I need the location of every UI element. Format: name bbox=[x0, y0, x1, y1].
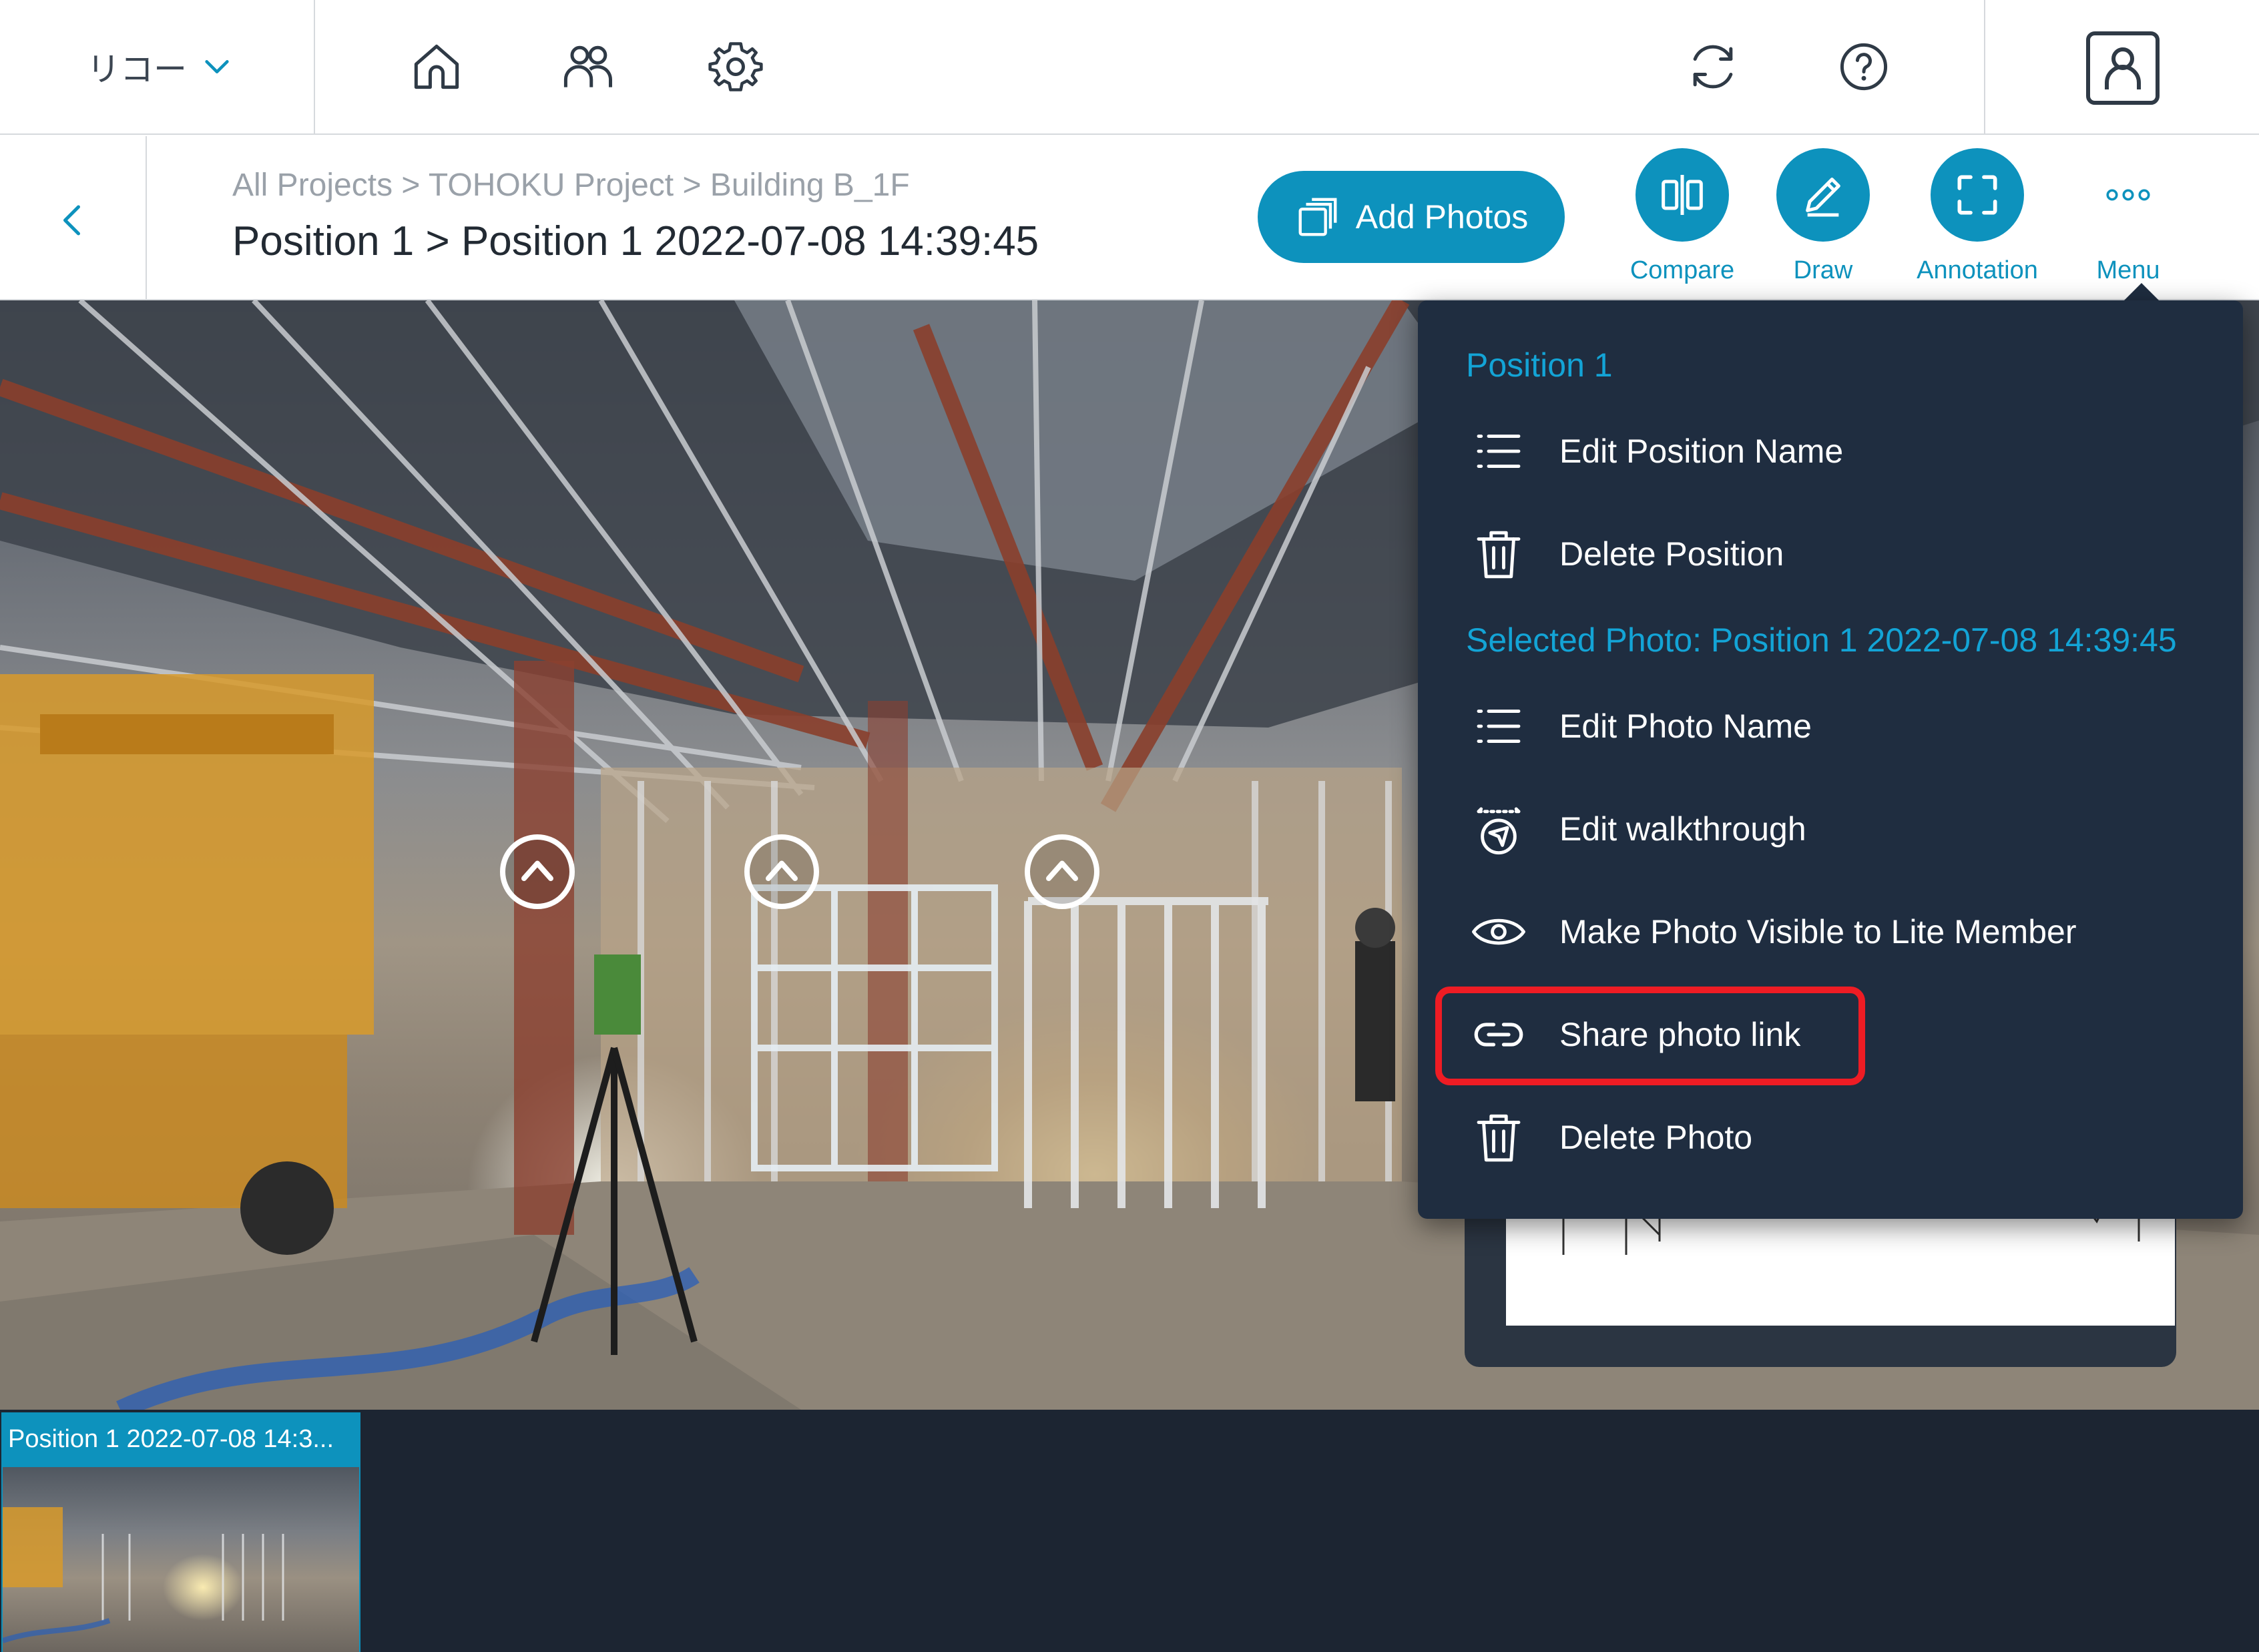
home-icon bbox=[414, 44, 459, 89]
gear-icon bbox=[708, 42, 763, 91]
navigation-hotspot[interactable] bbox=[744, 834, 819, 909]
divider bbox=[314, 0, 315, 135]
make-photo-visible-item[interactable]: Make Photo Visible to Lite Member bbox=[1469, 892, 2076, 972]
members-button[interactable] bbox=[554, 33, 621, 100]
organization-selector[interactable]: リコー bbox=[87, 40, 232, 93]
eye-icon bbox=[1472, 918, 1525, 945]
page-title: Position 1 > Position 1 2022-07-08 14:39… bbox=[232, 218, 1039, 264]
menu-button[interactable]: Menu bbox=[2055, 148, 2202, 288]
delete-photo-item[interactable]: Delete Photo bbox=[1469, 1097, 1752, 1177]
help-icon bbox=[1840, 43, 1888, 91]
annotation-circle bbox=[1931, 148, 2024, 242]
sync-button[interactable] bbox=[1680, 33, 1746, 100]
divider bbox=[146, 136, 147, 299]
trash-icon bbox=[1477, 1114, 1521, 1162]
add-photos-button[interactable]: Add Photos bbox=[1258, 171, 1565, 263]
profile-icon bbox=[2086, 31, 2160, 105]
chevron-up-icon bbox=[766, 860, 798, 881]
edit-walkthrough-item[interactable]: Edit walkthrough bbox=[1469, 789, 1806, 869]
annotation-label: Annotation bbox=[1917, 256, 2038, 284]
settings-button[interactable] bbox=[702, 33, 769, 100]
make-photo-visible-label: Make Photo Visible to Lite Member bbox=[1559, 913, 2077, 950]
edit-photo-name-label: Edit Photo Name bbox=[1559, 708, 1812, 745]
edit-photo-name-item[interactable]: Edit Photo Name bbox=[1469, 686, 1812, 766]
menu-label: Menu bbox=[2096, 256, 2160, 284]
home-button[interactable] bbox=[403, 33, 470, 100]
draw-circle bbox=[1776, 148, 1870, 242]
navigation-hotspot[interactable] bbox=[500, 834, 575, 909]
compare-circle bbox=[1636, 148, 1729, 242]
chevron-up-icon bbox=[1046, 860, 1078, 881]
thumbnail-image bbox=[1, 1467, 359, 1652]
organization-name: リコー bbox=[87, 51, 187, 88]
list-icon bbox=[1477, 710, 1521, 743]
thumbnail-label: Position 1 2022-07-08 14:3... bbox=[8, 1425, 334, 1453]
list-icon bbox=[1477, 435, 1521, 468]
trash-icon bbox=[1477, 531, 1521, 579]
compare-button[interactable]: Compare bbox=[1609, 148, 1756, 288]
walkthrough-compass-icon bbox=[1477, 807, 1521, 855]
navigation-hotspot[interactable] bbox=[1025, 834, 1099, 909]
photos-stack-icon bbox=[1298, 198, 1337, 236]
back-button[interactable] bbox=[47, 194, 100, 247]
draw-label: Draw bbox=[1793, 256, 1853, 284]
highlight-box bbox=[1435, 987, 1865, 1085]
users-icon bbox=[563, 45, 612, 87]
breadcrumb[interactable]: All Projects > TOHOKU Project > Building… bbox=[232, 167, 910, 204]
divider bbox=[1984, 0, 1985, 135]
add-photos-label: Add Photos bbox=[1355, 198, 1529, 236]
thumbnail-scene bbox=[1, 1507, 284, 1643]
delete-position-label: Delete Position bbox=[1559, 535, 1784, 573]
chevron-down-icon bbox=[205, 60, 229, 73]
chevron-up-icon bbox=[521, 860, 553, 881]
help-button[interactable] bbox=[1830, 33, 1897, 100]
edit-walkthrough-label: Edit walkthrough bbox=[1559, 810, 1806, 848]
top-bar bbox=[0, 0, 2259, 135]
compare-icon bbox=[1662, 175, 1703, 215]
delete-position-item[interactable]: Delete Position bbox=[1469, 514, 1784, 594]
edit-position-name-item[interactable]: Edit Position Name bbox=[1469, 411, 1843, 491]
draw-button[interactable]: Draw bbox=[1750, 148, 1897, 288]
profile-button[interactable] bbox=[2081, 27, 2164, 109]
menu-section-position: Position 1 bbox=[1466, 346, 1613, 384]
compare-label: Compare bbox=[1629, 256, 1735, 284]
annotation-button[interactable]: Annotation bbox=[1904, 148, 2051, 288]
delete-photo-label: Delete Photo bbox=[1559, 1119, 1753, 1156]
annotation-frame-icon bbox=[1957, 175, 1997, 215]
chevron-left-icon bbox=[63, 205, 80, 236]
menu-section-selected-photo: Selected Photo: Position 1 2022-07-08 14… bbox=[1466, 621, 2177, 659]
more-dots-icon bbox=[2106, 189, 2150, 201]
menu-caret bbox=[2123, 283, 2160, 302]
edit-position-name-label: Edit Position Name bbox=[1559, 433, 1844, 470]
sync-icon bbox=[1693, 45, 1733, 89]
menu-icon-wrap bbox=[2081, 148, 2175, 242]
photo-thumbnail[interactable]: Position 1 2022-07-08 14:3... bbox=[1, 1412, 360, 1652]
pencil-icon bbox=[1806, 178, 1840, 217]
